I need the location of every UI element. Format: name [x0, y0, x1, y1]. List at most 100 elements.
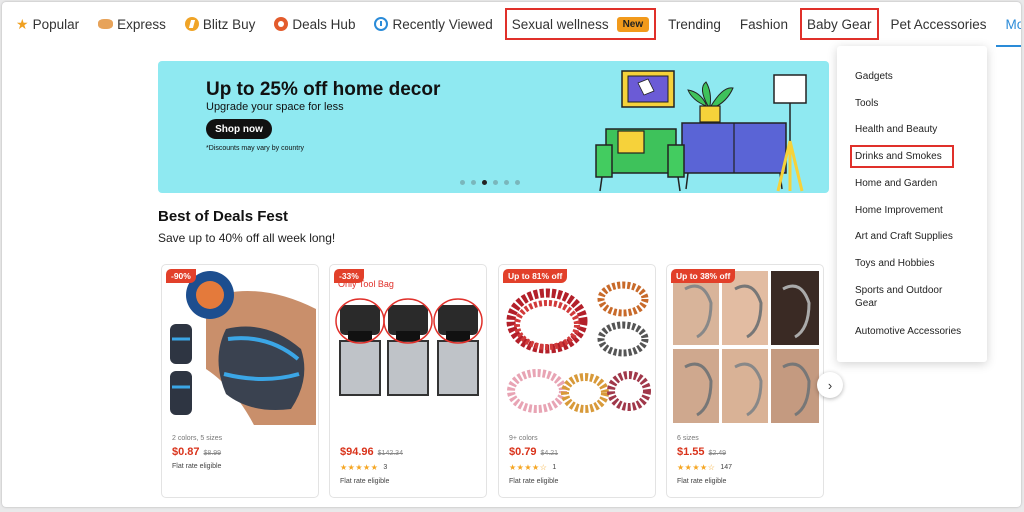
nav-blitz-buy[interactable]: Blitz Buy: [181, 11, 260, 37]
original-price: $4.21: [540, 450, 559, 457]
rating-row: ★★★★☆ 147: [677, 463, 732, 472]
menu-item-home-improvement[interactable]: Home Improvement: [855, 204, 977, 217]
menu-item-gadgets[interactable]: Gadgets: [855, 70, 977, 83]
discount-badge: -33%: [334, 269, 364, 283]
nav-recently-viewed[interactable]: Recently Viewed: [370, 11, 496, 37]
product-image: -33% Only Tool Bag: [334, 269, 484, 425]
express-icon: [98, 19, 114, 29]
blitz-icon: [184, 17, 199, 31]
nav-deals-hub[interactable]: Deals Hub: [270, 11, 359, 37]
flat-rate-label: Flat rate eligible: [172, 463, 222, 470]
banner-title: Up to 25% off home decor: [206, 79, 441, 100]
chevron-right-icon: ›: [827, 377, 833, 393]
promo-banner[interactable]: Up to 25% off home decor Upgrade your sp…: [158, 61, 829, 193]
menu-item-home-garden[interactable]: Home and Garden: [855, 177, 977, 190]
product-card[interactable]: -33% Only Tool Bag $94.96 $142.34 ★★★★★ …: [329, 264, 487, 498]
clock-icon: [374, 17, 389, 31]
carousel-dot-active[interactable]: [482, 180, 487, 185]
carousel-dot[interactable]: [504, 180, 509, 185]
original-price: $142.34: [377, 450, 403, 457]
original-price: $2.49: [708, 450, 727, 457]
rating-row: ★★★★★ 3: [340, 463, 387, 472]
price-row: $1.55 $2.49: [677, 446, 726, 458]
new-badge: New: [616, 16, 650, 32]
nav-pet-accessories[interactable]: Pet Accessories: [887, 11, 991, 37]
product-image: Up to 81% off: [503, 269, 653, 425]
review-count: 1: [552, 464, 557, 471]
menu-item-art-craft[interactable]: Art and Craft Supplies: [855, 230, 977, 243]
nav-sexual-wellness[interactable]: Sexual wellness New: [504, 8, 657, 40]
more-dropdown-menu: Gadgets Tools Health and Beauty Drinks a…: [837, 46, 987, 362]
menu-item-automotive[interactable]: Automotive Accessories: [855, 325, 977, 338]
carousel-dot[interactable]: [515, 180, 520, 185]
nav-label: Trending: [668, 16, 721, 32]
discount-badge: -90%: [166, 269, 196, 283]
product-image: -90%: [166, 269, 316, 425]
category-nav: ★ Popular Express Blitz Buy Deals Hub Re…: [2, 2, 1021, 47]
nav-label: Baby Gear: [806, 16, 872, 32]
carousel-dots: [460, 180, 520, 185]
shop-now-button[interactable]: Shop now: [206, 119, 272, 139]
product-variants: 2 colors, 5 sizes: [172, 435, 223, 442]
carousel-dot[interactable]: [460, 180, 465, 185]
product-card[interactable]: Up to 38% off 6 sizes $1.55 $2.49 ★★★★☆ …: [666, 264, 824, 498]
menu-item-sports-outdoor[interactable]: Sports and Outdoor Gear: [855, 284, 965, 310]
section-title: Best of Deals Fest: [158, 208, 289, 225]
nav-label: Popular: [32, 16, 80, 32]
tool-bag-image: [334, 269, 484, 425]
nav-express[interactable]: Express: [94, 11, 170, 37]
menu-item-tools[interactable]: Tools: [855, 97, 977, 110]
ear-cuffs-image: [671, 269, 821, 425]
star-rating: ★★★★★: [340, 463, 379, 472]
star-icon: ★: [16, 15, 29, 32]
rating-row: ★★★★☆ 1: [509, 463, 556, 472]
nav-label: Fashion: [739, 16, 788, 32]
product-price: $94.96: [340, 446, 374, 458]
star-rating: ★★★★☆: [509, 463, 548, 472]
nav-label: Sexual wellness: [511, 16, 609, 32]
product-variants: 9+ colors: [509, 435, 538, 442]
product-price: $1.55: [677, 446, 705, 458]
product-variants: 6 sizes: [677, 435, 699, 442]
price-row: $0.79 $4.21: [509, 446, 558, 458]
price-row: $94.96 $142.34: [340, 446, 403, 458]
discount-badge: Up to 38% off: [671, 269, 736, 283]
nav-label: Recently Viewed: [392, 16, 493, 32]
product-card[interactable]: -90% 2 colors, 5 sizes $0.87 $8.99 Flat …: [161, 264, 319, 498]
nav-trending[interactable]: Trending: [664, 11, 725, 37]
star-rating: ★★★★☆: [677, 463, 716, 472]
product-price: $0.87: [172, 446, 200, 458]
product-price: $0.79: [509, 446, 537, 458]
product-card[interactable]: Up to 81% off 9+ colors $0.79 $4.21 ★★★★…: [498, 264, 656, 498]
menu-item-drinks-smokes[interactable]: Drinks and Smokes: [850, 145, 954, 168]
carousel-dot[interactable]: [471, 180, 476, 185]
menu-item-health-beauty[interactable]: Health and Beauty: [855, 123, 977, 136]
nav-label: More: [1005, 16, 1021, 32]
nav-label: Pet Accessories: [890, 16, 987, 32]
flat-rate-label: Flat rate eligible: [509, 478, 559, 485]
nav-fashion[interactable]: Fashion: [736, 11, 792, 37]
nav-popular[interactable]: ★ Popular: [12, 11, 83, 37]
banner-subtitle: Upgrade your space for less: [206, 101, 344, 113]
price-row: $0.87 $8.99: [172, 446, 221, 458]
bracelets-image: [503, 269, 653, 425]
nav-label: Blitz Buy: [202, 16, 256, 32]
section-subtitle: Save up to 40% off all week long!: [158, 231, 336, 245]
deals-icon: [274, 17, 289, 31]
banner-note: *Discounts may vary by country: [206, 145, 305, 152]
page: ★ Popular Express Blitz Buy Deals Hub Re…: [2, 2, 1021, 507]
review-count: 3: [383, 464, 388, 471]
knee-sleeve-image: [166, 269, 316, 425]
nav-label: Deals Hub: [292, 16, 356, 32]
carousel-dot[interactable]: [493, 180, 498, 185]
carousel-next-button[interactable]: ›: [817, 372, 843, 398]
review-count: 147: [720, 464, 733, 471]
flat-rate-label: Flat rate eligible: [340, 478, 390, 485]
flat-rate-label: Flat rate eligible: [677, 478, 727, 485]
nav-label: Express: [117, 16, 166, 32]
nav-more[interactable]: More: [995, 11, 1021, 47]
nav-baby-gear[interactable]: Baby Gear: [799, 8, 879, 40]
home-decor-illustration: [595, 70, 807, 192]
original-price: $8.99: [203, 450, 222, 457]
menu-item-toys-hobbies[interactable]: Toys and Hobbies: [855, 257, 977, 270]
